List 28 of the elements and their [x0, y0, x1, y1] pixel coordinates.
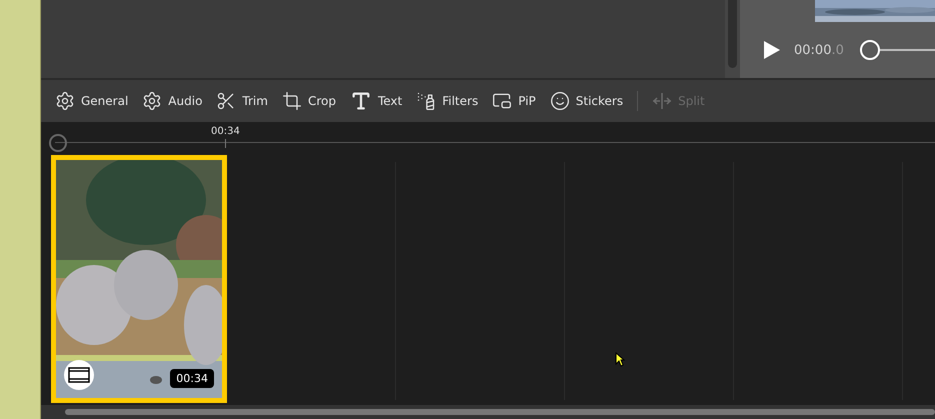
time-display: 00:00 — [794, 42, 832, 58]
mouse-cursor-icon — [615, 352, 625, 367]
split-icon — [652, 92, 672, 110]
toolbar-button[interactable]: Crop — [282, 91, 336, 111]
toolbar-button[interactable]: Audio — [142, 91, 202, 111]
spray-can-icon — [416, 91, 436, 111]
toolbar-button[interactable]: Text — [350, 90, 402, 112]
play-button[interactable] — [762, 40, 782, 60]
smiley-icon — [550, 91, 570, 111]
crop-icon — [282, 91, 302, 111]
scrollbar-thumb[interactable] — [65, 409, 935, 415]
toolbar-button[interactable]: Filters — [416, 91, 478, 111]
playhead-handle[interactable] — [49, 134, 67, 152]
slider-thumb[interactable] — [860, 40, 880, 60]
toolbar-button[interactable]: Trim — [216, 91, 268, 111]
ruler-label: 00:34 — [211, 126, 240, 137]
gear-icon — [55, 91, 75, 111]
gear-icon — [142, 91, 162, 111]
scrollbar[interactable] — [728, 0, 737, 68]
toolbar-button[interactable]: Stickers — [550, 91, 624, 111]
time-fraction: .0 — [831, 42, 844, 58]
text-icon — [350, 90, 372, 112]
toolbar-button[interactable]: General — [55, 91, 128, 111]
picture-in-picture-icon — [492, 91, 512, 111]
toolbar-button[interactable]: PiP — [492, 91, 536, 111]
clip-duration: 00:34 — [170, 369, 214, 388]
scissors-icon — [216, 91, 236, 111]
video-clip[interactable]: 00:34 — [51, 155, 227, 403]
